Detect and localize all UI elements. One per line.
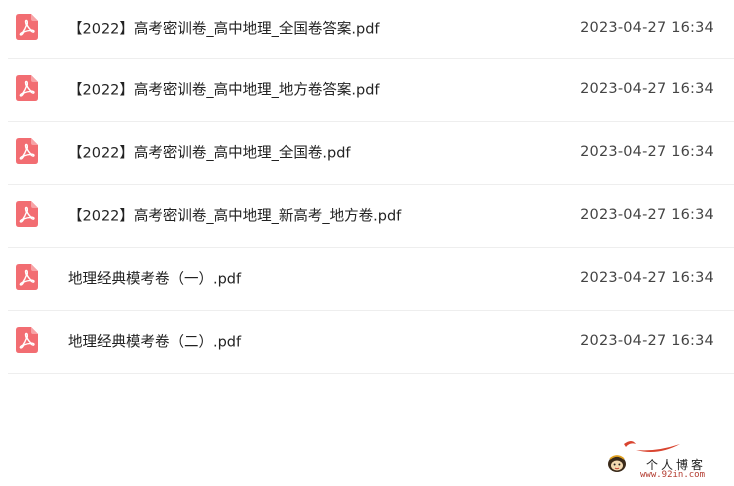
file-date: 2023-04-27 16:34 <box>580 333 714 350</box>
pdf-icon <box>16 138 38 164</box>
file-name[interactable]: 【2022】高考密训卷_高中地理_地方卷答案.pdf <box>68 78 380 99</box>
file-row[interactable]: 【2022】高考密训卷_高中地理_全国卷答案.pdf 2023-04-27 16… <box>8 0 734 59</box>
file-name[interactable]: 【2022】高考密训卷_高中地理_新高考_地方卷.pdf <box>68 204 401 225</box>
file-list: 【2022】高考密训卷_高中地理_全国卷答案.pdf 2023-04-27 16… <box>8 0 734 374</box>
file-date: 2023-04-27 16:34 <box>580 144 714 161</box>
file-name[interactable]: 【2022】高考密训卷_高中地理_全国卷答案.pdf <box>68 17 380 38</box>
file-name[interactable]: 【2022】高考密训卷_高中地理_全国卷.pdf <box>68 141 351 162</box>
pdf-icon <box>16 75 38 101</box>
pdf-icon <box>16 201 38 227</box>
pdf-icon <box>16 14 38 40</box>
file-name[interactable]: 地理经典模考卷（一）.pdf <box>68 267 241 288</box>
file-date: 2023-04-27 16:34 <box>580 270 714 287</box>
file-date: 2023-04-27 16:34 <box>580 207 714 224</box>
file-row[interactable]: 【2022】高考密训卷_高中地理_新高考_地方卷.pdf 2023-04-27 … <box>8 185 734 248</box>
mascot-icon <box>606 452 628 474</box>
watermark-url: www.92in.com <box>640 470 706 480</box>
file-date: 2023-04-27 16:34 <box>580 81 714 98</box>
blog-watermark: 个人博客 www.92in.com <box>606 438 728 482</box>
file-row[interactable]: 地理经典模考卷（二）.pdf 2023-04-27 16:34 <box>8 311 734 374</box>
file-row[interactable]: 地理经典模考卷（一）.pdf 2023-04-27 16:34 <box>8 248 734 311</box>
pdf-icon <box>16 264 38 290</box>
file-row[interactable]: 【2022】高考密训卷_高中地理_全国卷.pdf 2023-04-27 16:3… <box>8 122 734 185</box>
file-name[interactable]: 地理经典模考卷（二）.pdf <box>68 330 241 351</box>
file-row[interactable]: 【2022】高考密训卷_高中地理_地方卷答案.pdf 2023-04-27 16… <box>8 59 734 122</box>
pdf-icon <box>16 327 38 353</box>
file-date: 2023-04-27 16:34 <box>580 20 714 37</box>
